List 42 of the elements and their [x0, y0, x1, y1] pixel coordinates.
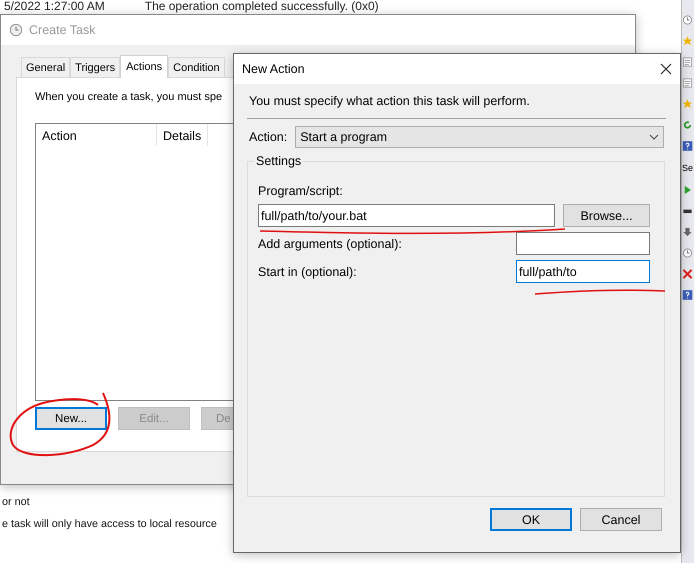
dialog-button[interactable]: OK	[490, 508, 572, 531]
log-time: 5/2022 1:27:00 AM	[4, 0, 105, 13]
log-result: The operation completed successfully. (0x0)	[144, 0, 379, 13]
tab[interactable]: General	[21, 57, 70, 77]
tab[interactable]: Actions	[120, 55, 168, 78]
dialog-title: New Action	[242, 62, 305, 76]
chevron-down-icon	[649, 134, 659, 140]
field-label: Action:	[249, 130, 288, 144]
down-arrow-icon[interactable]	[682, 226, 693, 238]
tab[interactable]: Condition	[168, 57, 225, 77]
browse-button[interactable]: Browse...	[563, 204, 650, 227]
field-label: Program/script:	[258, 184, 344, 198]
action-dropdown[interactable]: Start a program	[295, 126, 664, 148]
action-button[interactable]: New...	[35, 407, 107, 430]
description-text: or not	[2, 496, 31, 508]
group-title: Settings	[254, 154, 304, 168]
dialog-button[interactable]: Cancel	[580, 508, 662, 531]
column-header[interactable]: Action	[36, 124, 157, 146]
close-icon[interactable]	[660, 63, 672, 75]
star-icon[interactable]	[682, 35, 693, 47]
help-icon[interactable]	[682, 289, 693, 301]
column-header[interactable]: Details	[157, 124, 208, 146]
refresh-icon[interactable]	[682, 119, 693, 131]
text-field[interactable]	[516, 232, 650, 255]
clock-icon[interactable]	[682, 14, 693, 26]
clock-icon	[9, 23, 23, 37]
help-icon[interactable]	[682, 140, 693, 152]
text-field[interactable]: full/path/to	[516, 260, 650, 283]
window-title: Create Task	[29, 23, 96, 37]
program-field[interactable]: full/path/to/your.bat	[258, 204, 555, 227]
x-icon[interactable]	[682, 268, 693, 280]
side-label: Se	[682, 162, 694, 175]
instruction-text: When you create a task, you must spe	[35, 91, 222, 103]
star-icon[interactable]	[682, 98, 693, 110]
clock-icon[interactable]	[682, 247, 693, 259]
list-icon[interactable]	[682, 56, 693, 68]
instruction-text: You must specify what action this task will perform.	[249, 94, 531, 108]
tab[interactable]: Triggers	[70, 57, 120, 77]
description-text: e task will only have access to local resource	[2, 518, 217, 530]
list-icon[interactable]	[682, 77, 693, 89]
field-label: Start in (optional):	[258, 264, 357, 278]
field-label: Add arguments (optional):	[258, 236, 402, 250]
